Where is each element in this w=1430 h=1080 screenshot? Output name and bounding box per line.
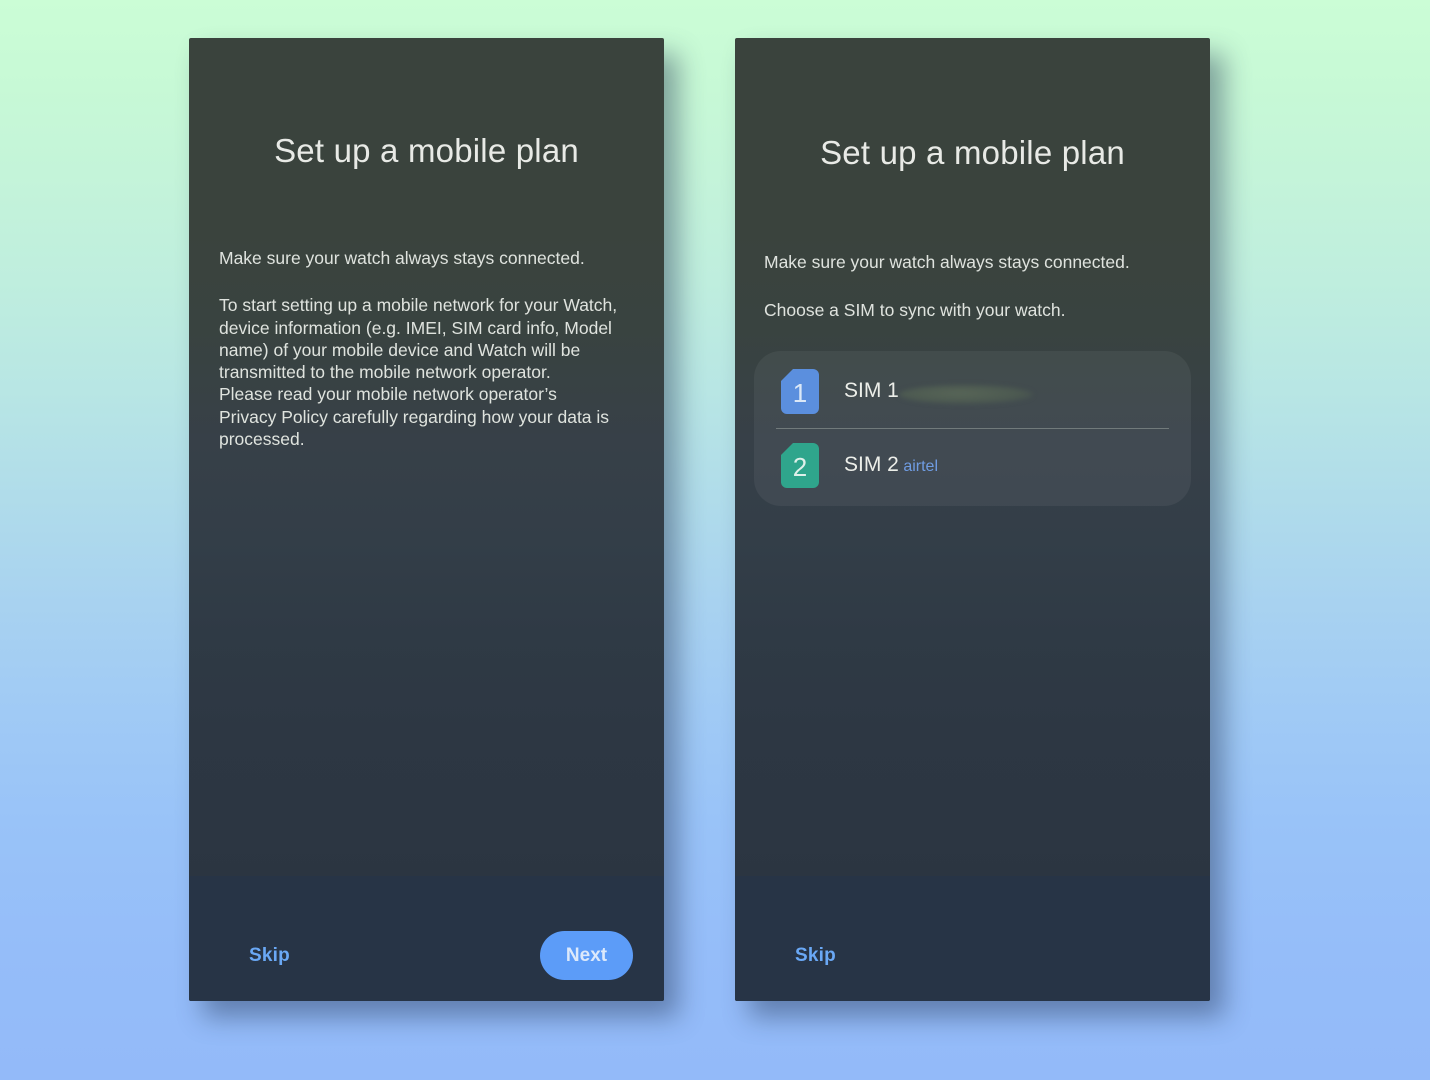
page-title: Set up a mobile plan	[274, 132, 579, 169]
sim-option-2-label: SIM 2	[844, 453, 899, 477]
phone-screen-intro: Set up a mobile plan Make sure your watc…	[189, 38, 664, 1001]
sim-option-1-label: SIM 1	[844, 379, 899, 403]
sim-chooser-action-bar: Skip	[735, 876, 1210, 1001]
next-button[interactable]: Next	[540, 931, 633, 980]
intro-content: Set up a mobile plan Make sure your watc…	[189, 38, 664, 876]
intro-lead-text: Make sure your watch always stays connec…	[219, 248, 585, 268]
sim-card-icon: 1	[781, 368, 819, 414]
skip-button[interactable]: Skip	[791, 939, 840, 973]
sim-option-1-text: SIM 1	[844, 378, 1191, 404]
sim-option-2-carrier: airtel	[903, 458, 938, 476]
sim-option-1[interactable]: 1 SIM 1	[754, 355, 1191, 428]
sim-list: 1 SIM 1 2 SIM 2 airtel	[754, 350, 1191, 506]
choose-sim-instruction: Choose a SIM to sync with your watch.	[764, 300, 1066, 321]
sim-option-2-text: SIM 2 airtel	[844, 452, 1191, 478]
phone-screen-sim-chooser: Set up a mobile plan Make sure your watc…	[735, 38, 1210, 1001]
sim-chooser-content: Set up a mobile plan Make sure your watc…	[735, 38, 1210, 876]
sim-lead-text: Make sure your watch always stays connec…	[764, 252, 1130, 272]
skip-button[interactable]: Skip	[245, 939, 294, 973]
page-title: Set up a mobile plan	[820, 134, 1125, 171]
intro-action-bar: Skip Next	[189, 876, 664, 1001]
intro-legal-text: To start setting up a mobile network for…	[219, 295, 618, 450]
sim-option-2[interactable]: 2 SIM 2 airtel	[754, 429, 1191, 502]
sim-card-icon: 2	[781, 442, 819, 488]
svg-text:2: 2	[793, 452, 807, 482]
svg-text:1: 1	[793, 378, 807, 408]
screenshot-stage: Set up a mobile plan Make sure your watc…	[0, 0, 1430, 1080]
